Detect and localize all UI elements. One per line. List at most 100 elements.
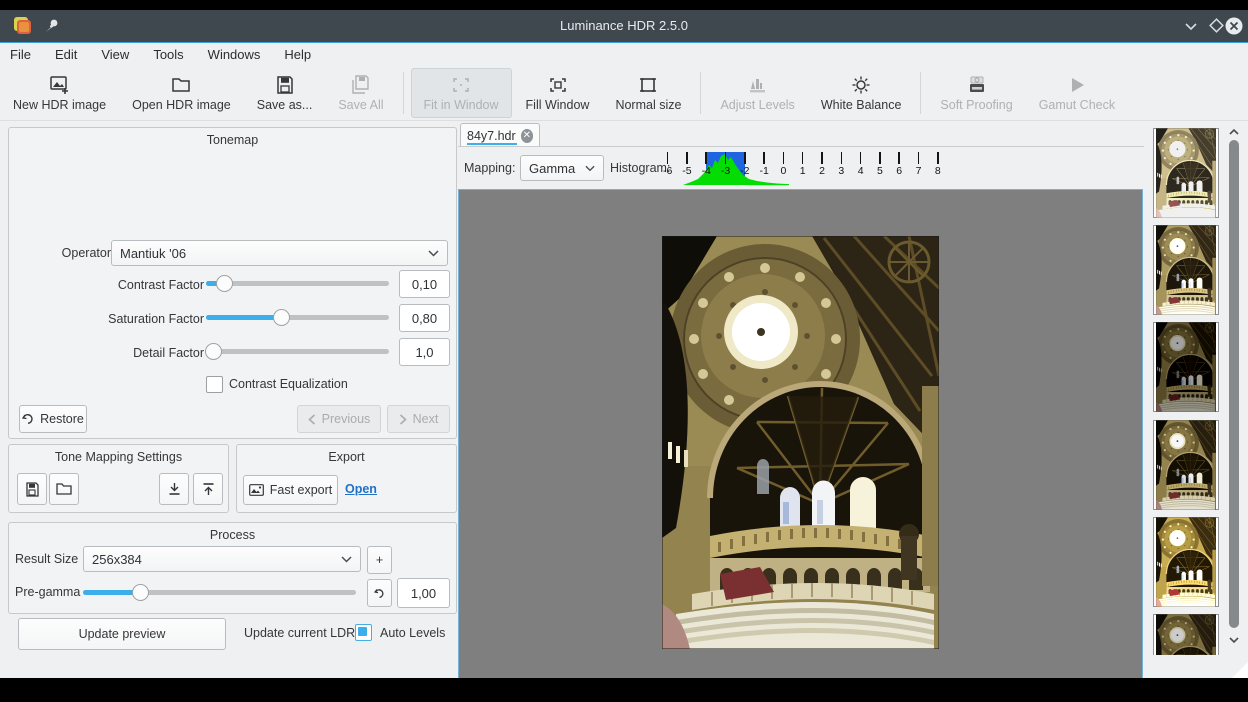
chevron-right-icon (399, 414, 407, 425)
tab-close-icon[interactable]: ✕ (521, 129, 533, 143)
open-folder-icon (56, 482, 72, 496)
menu-windows[interactable]: Windows (196, 43, 273, 66)
toolbar-button-normal-size[interactable]: Normal size (603, 68, 693, 118)
undo-icon (22, 413, 34, 425)
pregamma-slider[interactable] (83, 579, 356, 605)
toolbar-button-save-all[interactable]: Save All (326, 68, 395, 118)
next-button[interactable]: Next (387, 405, 450, 433)
toolbar-label: Fill Window (526, 98, 590, 112)
sun-icon (850, 75, 872, 95)
close-icon[interactable] (1224, 16, 1244, 36)
preview-thumbnail-2[interactable] (1153, 225, 1219, 315)
slider-handle[interactable] (273, 309, 290, 326)
menu-help[interactable]: Help (272, 43, 323, 66)
toolbar-button-white-balance[interactable]: White Balance (809, 68, 914, 118)
slider-track[interactable] (206, 281, 389, 286)
update-current-ldr-checkbox[interactable] (355, 624, 372, 641)
printer-icon (966, 75, 988, 95)
menu-tools[interactable]: Tools (141, 43, 195, 66)
toolbar-label: Open HDR image (132, 98, 231, 112)
process-groupbox: Process Result Size 256x384 + Pre-gamma … (8, 522, 457, 614)
preview-thumbnail-1[interactable] (1153, 128, 1219, 218)
luminance-histogram[interactable]: -6 -5 -4 -3 -2 -1 0 1 2 3 4 5 6 7 8 (655, 152, 951, 186)
toolbar: New HDR image Open HDR image Save as... … (0, 66, 1248, 121)
slider-handle[interactable] (132, 584, 149, 601)
saturation-factor-value[interactable]: 0,80 (399, 304, 450, 332)
update-preview-label: Update preview (79, 627, 166, 641)
toolbar-button-soft-proofing[interactable]: Soft Proofing (928, 68, 1024, 118)
toolbar-button-fill-window[interactable]: Fill Window (514, 68, 602, 118)
menu-view[interactable]: View (89, 43, 141, 66)
saturation-factor-slider[interactable] (206, 304, 389, 330)
toolbar-button-open-hdr-image[interactable]: Open HDR image (120, 68, 243, 118)
process-title: Process (9, 528, 456, 542)
add-result-size-button[interactable]: + (367, 546, 392, 574)
slider-handle[interactable] (216, 275, 233, 292)
fast-export-button[interactable]: Fast export (243, 475, 338, 505)
save-all-icon (350, 75, 372, 95)
image-viewport[interactable] (458, 189, 1143, 678)
slider-fill (206, 315, 281, 320)
result-size-label: Result Size (15, 552, 78, 566)
letterbox-bottom (0, 678, 1248, 702)
operator-combobox[interactable]: Mantiuk '06 (111, 240, 448, 266)
apply-settings-button[interactable] (159, 473, 189, 505)
update-current-ldr-label: Update current LDR (244, 626, 355, 640)
slider-track[interactable] (206, 349, 389, 354)
minimize-icon[interactable] (1181, 16, 1201, 36)
toolbar-label: Fit in Window (424, 98, 499, 112)
previous-button[interactable]: Previous (297, 405, 381, 433)
slider-handle[interactable] (205, 343, 222, 360)
thumbnail-image (1156, 520, 1216, 604)
levels-icon (747, 75, 769, 95)
toolbar-button-new-hdr-image[interactable]: New HDR image (1, 68, 118, 118)
restore-label: Restore (40, 412, 84, 426)
auto-levels-label: Auto Levels (380, 626, 445, 640)
pregamma-reset-button[interactable] (367, 579, 392, 607)
result-size-combobox[interactable]: 256x384 (83, 546, 361, 572)
window-title: Luminance HDR 2.5.0 (0, 10, 1248, 42)
contrast-factor-value[interactable]: 0,10 (399, 270, 450, 298)
mapping-combobox[interactable]: Gamma 2.2 (520, 155, 604, 181)
fast-export-label: Fast export (270, 483, 333, 497)
image-icon (249, 484, 264, 496)
preview-thumbnail-3[interactable] (1153, 322, 1219, 412)
toolbar-button-fit-in-window[interactable]: Fit in Window (411, 68, 512, 118)
mapping-row: Mapping: Gamma 2.2 Histogram: -6 -5 -4 -… (458, 147, 1144, 189)
scroll-down-icon[interactable] (1228, 634, 1240, 646)
preview-thumbnail-6[interactable] (1153, 614, 1219, 655)
toolbar-button-adjust-levels[interactable]: Adjust Levels (708, 68, 806, 118)
tab-84y7-hdr[interactable]: 84y7.hdr ✕ (460, 123, 540, 147)
application-window: File Edit View Tools Windows Help New HD… (0, 43, 1248, 678)
menubar: File Edit View Tools Windows Help (0, 43, 1248, 66)
scrollbar-thumb[interactable] (1229, 140, 1239, 628)
detail-factor-slider[interactable] (206, 338, 389, 364)
play-icon (1066, 75, 1088, 95)
fit-window-icon (450, 75, 472, 95)
tonemap-groupbox: Tonemap Operator Mantiuk '06 Contrast Fa… (8, 127, 457, 439)
scroll-up-icon[interactable] (1228, 126, 1240, 138)
toolbar-label: Normal size (615, 98, 681, 112)
toolbar-button-save-as[interactable]: Save as... (245, 68, 325, 118)
resize-grip[interactable] (1232, 662, 1248, 678)
pregamma-value[interactable]: 1,00 (397, 578, 450, 608)
new-image-icon (49, 75, 71, 95)
export-groupbox: Export Fast export Open (236, 444, 457, 513)
thumbnail-image (1156, 228, 1216, 312)
contrast-factor-slider[interactable] (206, 270, 389, 296)
restore-button[interactable]: Restore (19, 405, 87, 433)
menu-edit[interactable]: Edit (43, 43, 89, 66)
detail-factor-value[interactable]: 1,0 (399, 338, 450, 366)
toolbar-button-gamut-check[interactable]: Gamut Check (1027, 68, 1127, 118)
preview-thumbnail-5[interactable] (1153, 517, 1219, 607)
update-preview-button[interactable]: Update preview (18, 618, 226, 650)
save-settings-button[interactable] (17, 473, 47, 505)
load-settings-button[interactable] (49, 473, 79, 505)
histogram-ticks: -6 -5 -4 -3 -2 -1 0 1 2 3 4 5 6 7 8 (658, 152, 947, 177)
export-settings-button[interactable] (193, 473, 223, 505)
preview-thumbnail-4[interactable] (1153, 420, 1219, 510)
contrast-equalization-checkbox[interactable] (206, 376, 223, 393)
open-link[interactable]: Open (345, 482, 377, 496)
menu-file[interactable]: File (0, 43, 43, 66)
titlebar[interactable]: Luminance HDR 2.5.0 (0, 10, 1248, 43)
